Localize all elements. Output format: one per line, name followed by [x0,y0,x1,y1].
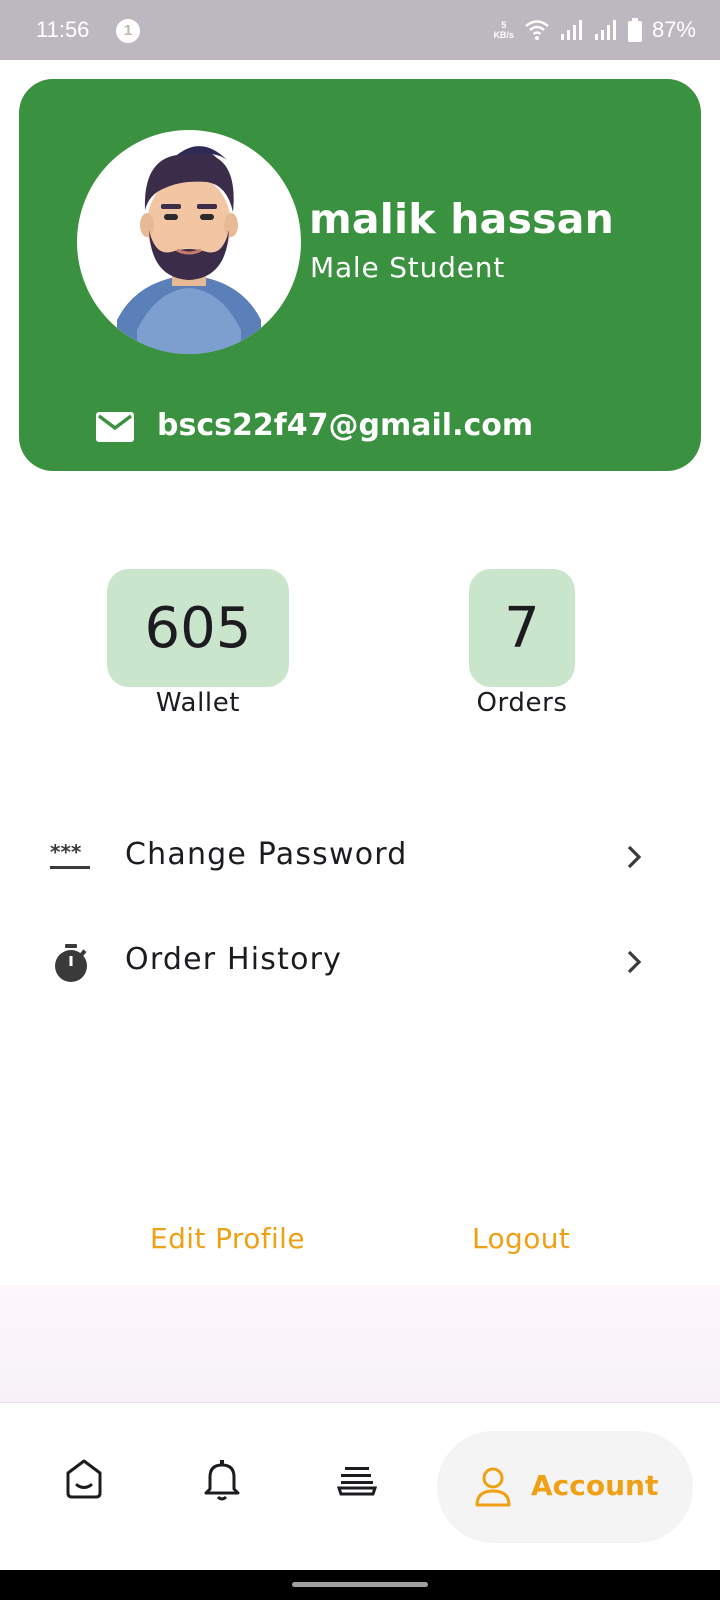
network-speed-value: 5 [501,20,507,30]
notification-count-badge: 1 [116,19,140,43]
nav-account-label: Account [531,1469,659,1502]
chevron-right-icon [627,950,642,974]
profile-card: malik hassan Male Student bscs22f47@gmai… [19,79,701,471]
status-bar: 11:56 1 5 KB/s 87% [0,0,720,60]
menu-item-label: Change Password [125,837,408,872]
svg-text:***: *** [50,840,82,864]
chevron-right-icon [627,845,642,869]
wallet-label: Wallet [155,688,241,718]
home-gesture-pill[interactable] [292,1582,428,1587]
password-icon: *** [50,840,90,869]
menu-item-order-history[interactable]: Order History [0,922,720,1002]
menu-item-label: Order History [125,942,343,977]
bearded-man-avatar-icon [117,146,261,354]
orders-label: Orders [476,688,568,718]
battery-icon [627,18,642,42]
profile-role: Male Student [310,251,506,284]
content-spacer [0,1285,720,1403]
profile-name: malik hassan [309,195,614,243]
gesture-bar [0,1570,720,1600]
wallet-stat-box[interactable]: 605 [107,569,289,687]
timer-icon [55,944,87,982]
menu-item-change-password[interactable]: *** Change Password [0,817,720,897]
signal-icon-2 [594,20,616,40]
status-indicators: 5 KB/s 87% [493,14,696,46]
signal-icon [560,20,582,40]
mail-icon [96,412,134,442]
orders-stat-box[interactable]: 7 [469,569,575,687]
status-time: 11:56 [36,17,90,42]
wifi-icon [525,20,549,40]
network-speed-unit: KB/s [493,30,514,40]
home-icon[interactable] [60,1455,108,1503]
network-speed: 5 KB/s [493,20,514,40]
battery-percent: 87% [651,17,696,42]
profile-email: bscs22f47@gmail.com [157,408,534,443]
bottom-nav: Account [0,1402,720,1570]
logout-button[interactable]: Logout [472,1222,570,1255]
nav-account-active[interactable]: Account [437,1431,693,1543]
orders-icon[interactable] [333,1455,381,1503]
avatar [77,130,301,354]
account-icon [475,1467,511,1507]
edit-profile-button[interactable]: Edit Profile [150,1222,305,1255]
bell-icon[interactable] [198,1455,246,1503]
